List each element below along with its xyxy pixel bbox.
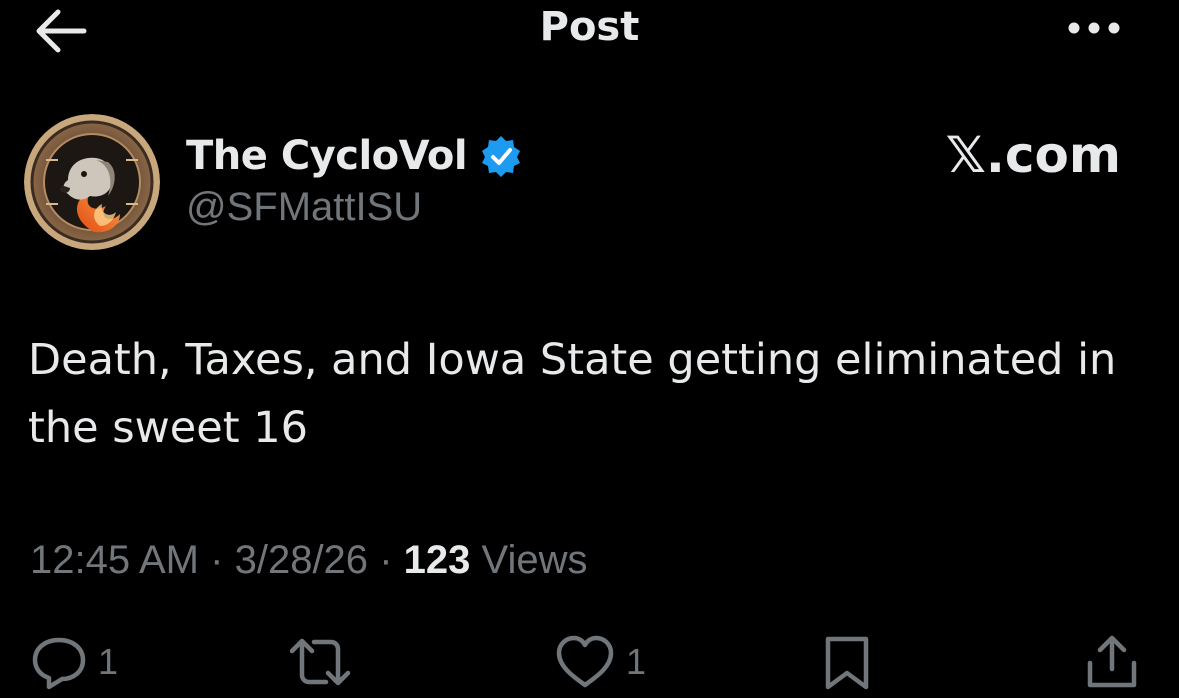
author-name-row[interactable]: The CycloVol <box>186 128 523 184</box>
page-title: Post <box>539 4 640 50</box>
heart-icon <box>556 635 614 688</box>
repost-button[interactable] <box>286 632 354 692</box>
views-label[interactable]: Views <box>482 538 588 582</box>
views-count[interactable]: 123 <box>404 538 471 582</box>
display-name[interactable]: The CycloVol <box>186 133 468 179</box>
meta-separator: · <box>379 538 393 582</box>
meta-separator: · <box>210 538 224 582</box>
post-date[interactable]: 3/28/26 <box>235 538 368 582</box>
share-icon <box>1087 635 1137 688</box>
more-options-button[interactable] <box>1062 14 1126 42</box>
reply-count: 1 <box>98 641 119 682</box>
dog-emblem-icon <box>24 114 160 250</box>
more-horizontal-icon <box>1068 22 1120 34</box>
reply-icon <box>32 637 86 690</box>
bookmark-icon <box>825 636 869 690</box>
x-brand-label: 𝕏.com <box>945 126 1121 184</box>
like-count: 1 <box>626 641 647 682</box>
avatar[interactable] <box>24 114 160 250</box>
repost-icon <box>289 638 351 686</box>
reply-button[interactable]: 1 <box>30 632 118 692</box>
like-button[interactable]: 1 <box>554 632 646 692</box>
post-meta: 12:45 AM · 3/28/26 · 123 Views <box>30 538 588 583</box>
post-time[interactable]: 12:45 AM <box>30 538 199 582</box>
verified-badge-icon <box>482 136 521 177</box>
post-text: Death, Taxes, and Iowa State getting eli… <box>28 335 1117 453</box>
share-button[interactable] <box>1084 632 1140 692</box>
bookmark-button[interactable] <box>820 632 874 692</box>
user-handle[interactable]: @SFMattISU <box>186 185 422 230</box>
